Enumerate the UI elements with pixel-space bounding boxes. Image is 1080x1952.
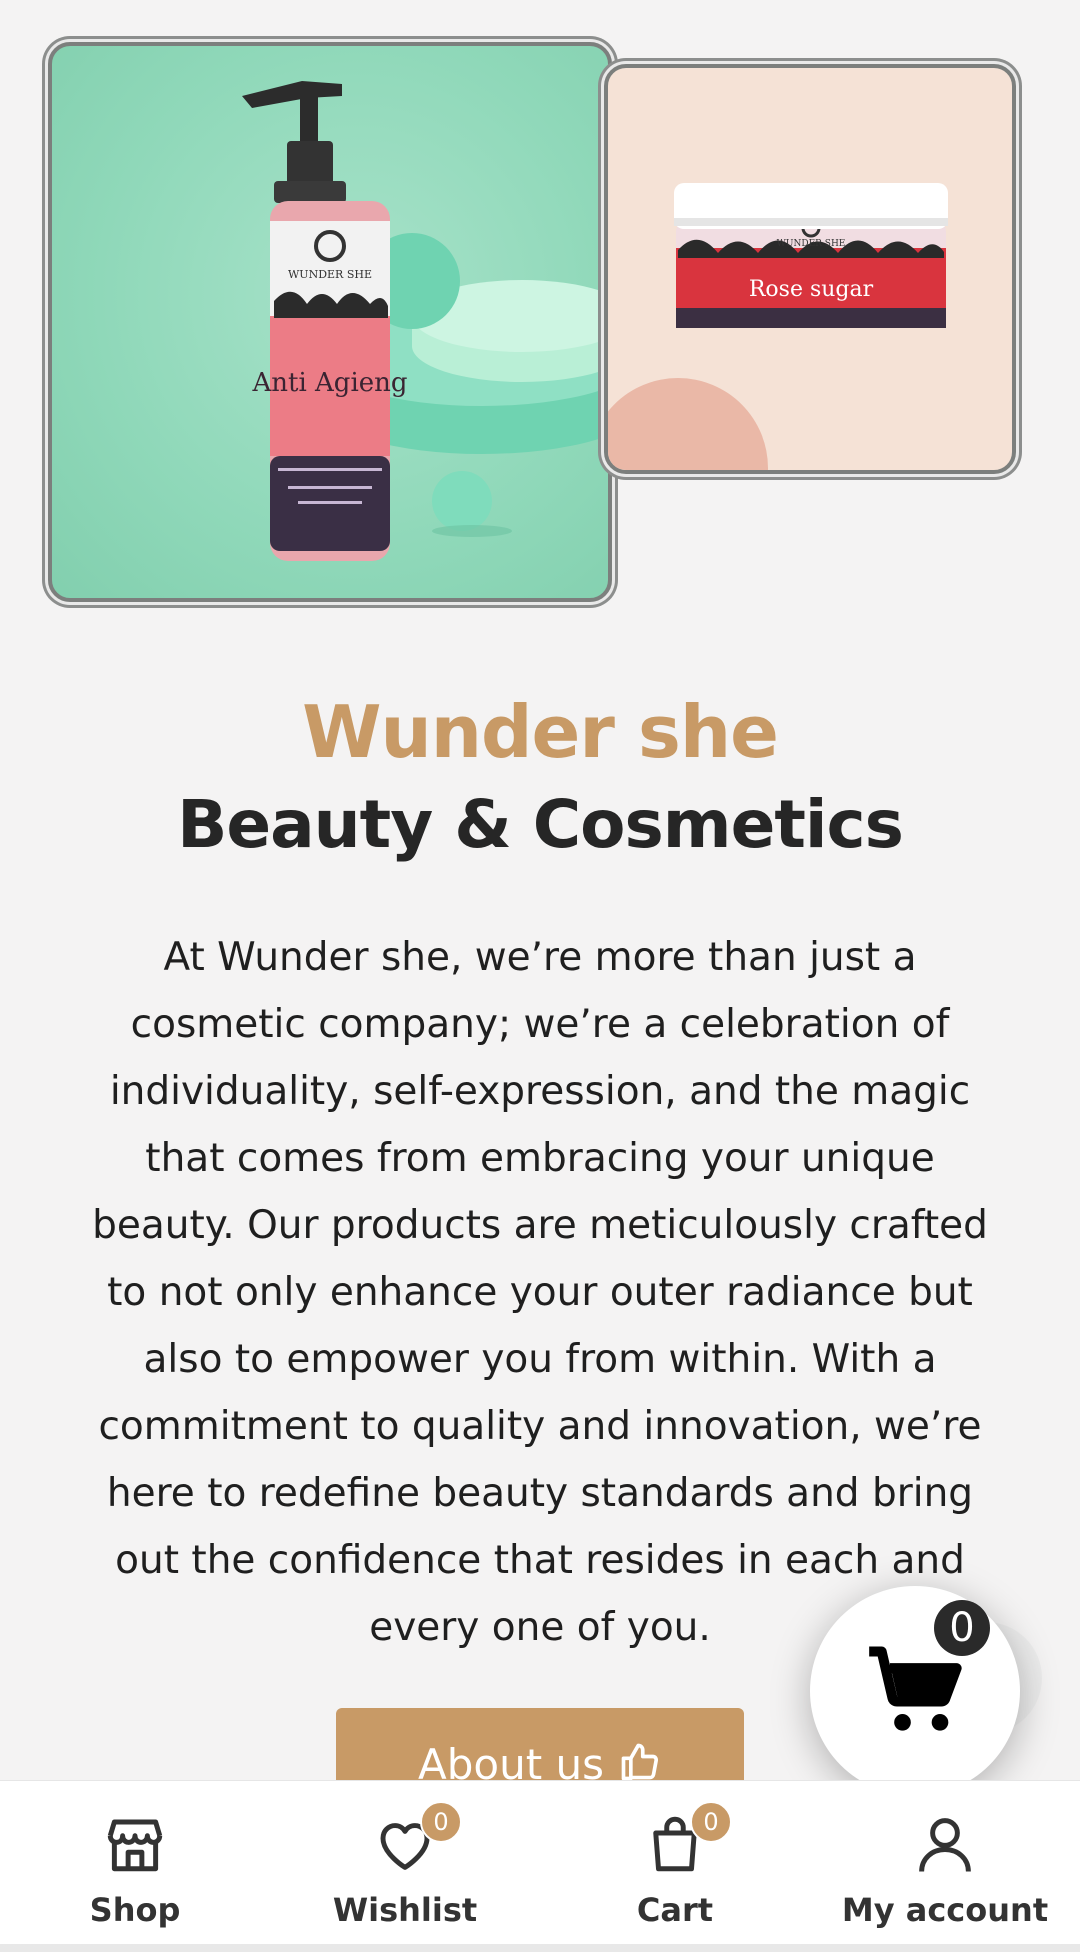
wishlist-count-badge: 0 <box>420 1801 462 1843</box>
nav-item-cart[interactable]: 0 Cart <box>540 1781 810 1952</box>
left-product-brand: WUNDER SHE <box>288 268 372 281</box>
nav-label-shop: Shop <box>89 1891 181 1929</box>
left-product-name: Anti Agieng <box>251 368 407 398</box>
nav-label-wishlist: Wishlist <box>332 1891 478 1929</box>
cart-count-badge: 0 <box>690 1801 732 1843</box>
brand-heading: Wunder she <box>302 690 779 774</box>
nav-item-my-account[interactable]: My account <box>810 1781 1080 1952</box>
product-image-anti-aging[interactable]: WUNDER SHE Anti Agieng <box>48 42 612 602</box>
anti-aging-face-wash-illustration: WUNDER SHE Anti Agieng <box>242 81 608 561</box>
rose-sugar-scrub-illustration: WUNDER SHE Rose sugar <box>608 183 948 470</box>
user-icon <box>912 1811 978 1877</box>
shopping-cart-icon <box>865 1639 965 1744</box>
floating-cart-button[interactable] <box>810 1586 1020 1796</box>
right-product-brand: WUNDER SHE <box>777 239 846 249</box>
intro-paragraph: At Wunder she, we’re more than just a co… <box>92 935 988 1650</box>
nav-label-cart: Cart <box>636 1891 714 1929</box>
product-image-rose-sugar[interactable]: WUNDER SHE Rose sugar <box>604 64 1016 474</box>
bottom-navigation: Shop 0 Wishlist 0 Cart My account <box>0 1780 1080 1952</box>
nav-label-my-account: My account <box>841 1891 1049 1929</box>
floating-cart-count: 0 <box>934 1600 990 1656</box>
store-icon <box>102 1811 168 1877</box>
nav-item-wishlist[interactable]: 0 Wishlist <box>270 1781 540 1952</box>
nav-item-shop[interactable]: Shop <box>0 1781 270 1952</box>
page-title: Beauty & Cosmetics <box>177 786 904 863</box>
right-product-name: Rose sugar <box>749 277 874 302</box>
system-bottom-bar <box>0 1944 1080 1952</box>
